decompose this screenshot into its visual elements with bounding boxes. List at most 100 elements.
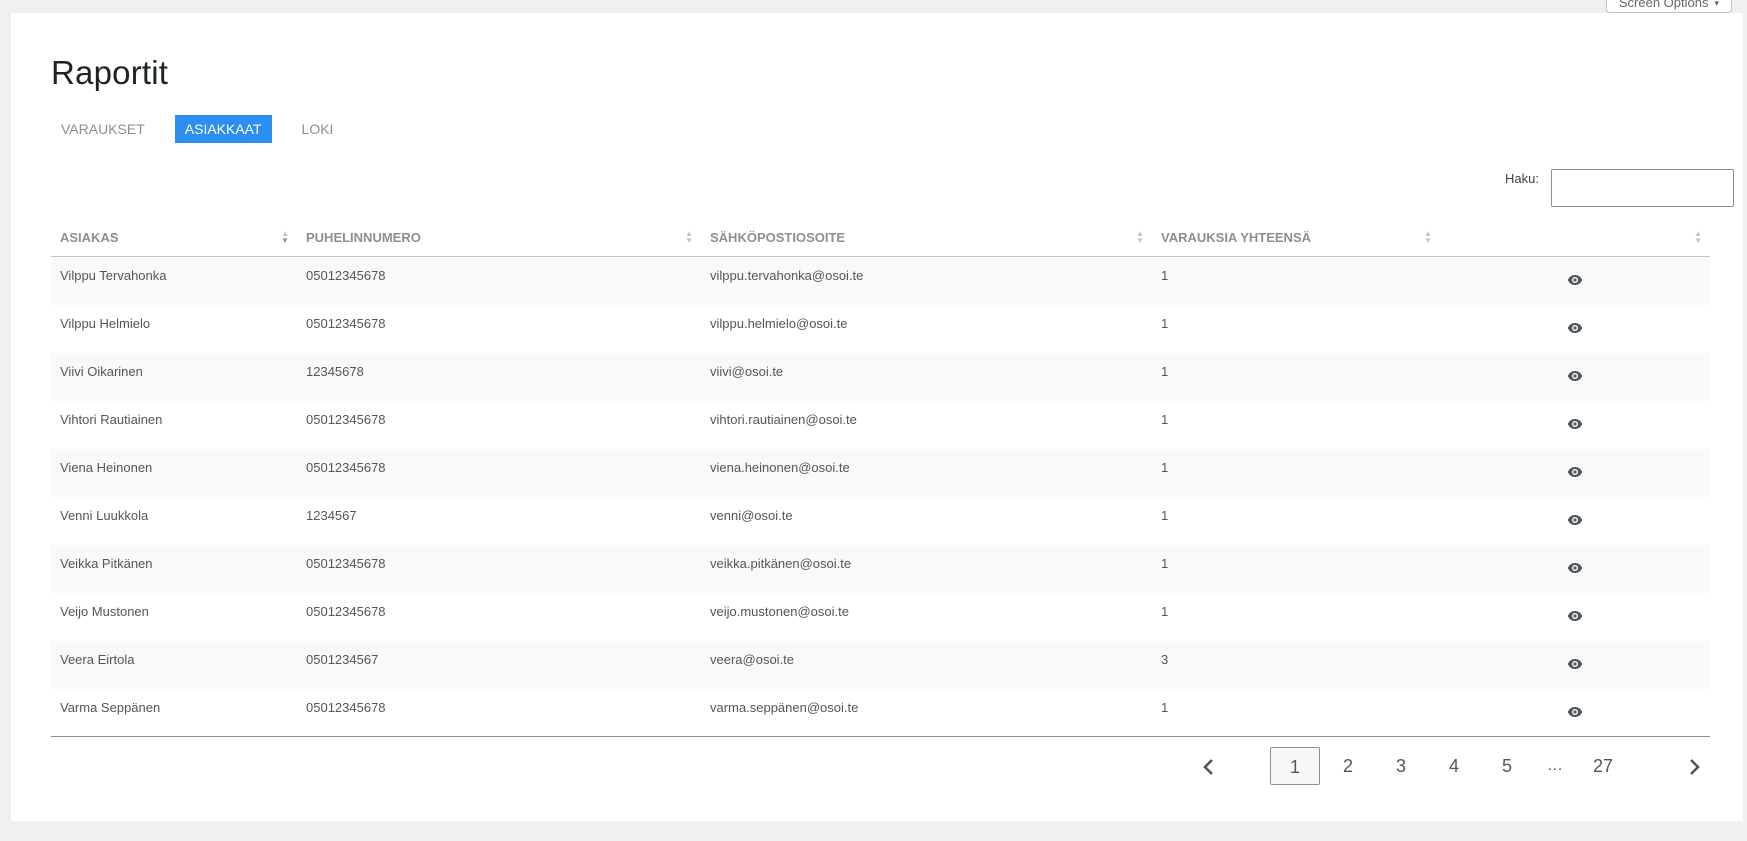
row-actions-cell [1440, 256, 1710, 305]
column-header-label: ASIAKAS [60, 229, 119, 245]
email-cell: veijo.mustonen@osoi.te [710, 603, 849, 619]
column-header-asiakas[interactable]: ASIAKAS ▲ ▼ [51, 218, 297, 257]
row-actions-cell [1440, 448, 1710, 497]
page-button-4[interactable]: 4 [1429, 747, 1479, 785]
table-header-row: ASIAKAS ▲ ▼ PUHELINNUMERO ▲ ▼ SÄHKÖPOSTIOSOI… [51, 218, 1710, 257]
report-tabs: VARAUKSET ASIAKKAAT LOKI [51, 115, 363, 143]
customer-name-cell: Vilppu Helmielo [60, 315, 151, 331]
row-actions-cell [1440, 352, 1710, 401]
table-row: Veikka Pitkänen 05012345678 veikka.pitkäne… [51, 544, 1710, 593]
phone-cell: 0501234567 [297, 640, 701, 689]
sort-icon: ▲ ▼ [1424, 229, 1432, 245]
next-page-button[interactable] [1670, 747, 1720, 785]
chevron-down-icon: ▾ [1714, 0, 1719, 8]
sort-icon: ▲ ▼ [1136, 229, 1144, 245]
phone-cell: 05012345678 [306, 603, 386, 619]
customer-name-cell: Veikka Pitkänen [51, 544, 297, 593]
column-header-actions[interactable]: ▲ ▼ [1440, 218, 1710, 257]
phone-cell: 1234567 [306, 507, 357, 523]
eye-icon[interactable] [1567, 562, 1583, 574]
customers-table: ASIAKAS ▲ ▼ PUHELINNUMERO ▲ ▼ SÄHKÖPOSTIOSOI… [51, 218, 1710, 737]
pagination: 1 2 3 4 5 … 27 [1180, 747, 1720, 785]
row-actions-cell [1440, 544, 1710, 593]
page-button-1[interactable]: 1 [1270, 747, 1320, 785]
page-button-5[interactable]: 5 [1482, 747, 1532, 785]
email-cell: viena.heinonen@osoi.te [701, 448, 1152, 497]
phone-cell: 05012345678 [306, 315, 386, 331]
reservations-total-cell: 1 [1161, 507, 1169, 523]
table-row: Veijo Mustonen 05012345678 veijo.mustonen@… [51, 593, 1710, 641]
search-label: Haku: [1505, 171, 1539, 186]
customer-name-cell: Venni Luukkola [60, 507, 149, 523]
reservations-total-cell: 1 [1152, 688, 1440, 737]
sort-icon: ▲ ▼ [685, 229, 693, 245]
eye-icon[interactable] [1567, 514, 1583, 526]
row-actions-cell [1440, 593, 1710, 641]
eye-icon[interactable] [1567, 706, 1583, 718]
prev-page-button[interactable] [1183, 747, 1233, 785]
page-button-2[interactable]: 2 [1323, 747, 1373, 785]
report-panel: Raportit VARAUKSET ASIAKKAAT LOKI Haku: … [11, 13, 1743, 821]
table-row: Viena Heinonen 05012345678 viena.heinonen@… [51, 448, 1710, 497]
search-input[interactable] [1551, 169, 1734, 207]
screen-options-label: Screen Options [1618, 0, 1709, 10]
row-actions-cell [1440, 640, 1710, 689]
email-cell: veikka.pitkänen@osoi.te [701, 544, 1152, 593]
tab-asiakkaat[interactable]: ASIAKKAAT [174, 115, 272, 143]
row-actions-cell [1440, 401, 1710, 449]
reservations-total-cell: 1 [1152, 256, 1440, 305]
tab-loki[interactable]: LOKI [292, 115, 344, 143]
page-ellipsis: … [1547, 757, 1563, 774]
table-row: Vilppu Helmielo 05012345678 vilppu.helmiel… [51, 305, 1710, 353]
reservations-total-cell: 1 [1152, 448, 1440, 497]
reservations-total-cell: 3 [1152, 640, 1440, 689]
phone-cell: 05012345678 [297, 544, 701, 593]
eye-icon[interactable] [1567, 466, 1583, 478]
table-row: Vilppu Tervahonka 05012345678 vilppu.terva… [51, 256, 1710, 305]
column-header-label: SÄHKÖPOSTIOSOITE [710, 229, 846, 245]
column-header-sahkopostiosoite[interactable]: SÄHKÖPOSTIOSOITE ▲ ▼ [701, 218, 1152, 257]
page-title: Raportit [51, 54, 169, 91]
email-cell: venni@osoi.te [710, 507, 793, 523]
customer-name-cell: Vilppu Tervahonka [51, 256, 297, 305]
reservations-total-cell: 1 [1161, 411, 1169, 427]
eye-icon[interactable] [1567, 274, 1583, 286]
customer-name-cell: Veera Eirtola [51, 640, 297, 689]
page-button-last[interactable]: 27 [1578, 747, 1628, 785]
column-header-puhelinnumero[interactable]: PUHELINNUMERO ▲ ▼ [297, 218, 701, 257]
eye-icon[interactable] [1567, 658, 1583, 670]
eye-icon[interactable] [1567, 370, 1583, 382]
table-row: Veera Eirtola 0501234567 veera@osoi.te 3 [51, 640, 1710, 689]
table-row: Varma Seppänen 05012345678 varma.seppänen@… [51, 688, 1710, 737]
customer-name-cell: Varma Seppänen [51, 688, 297, 737]
email-cell: veera@osoi.te [701, 640, 1152, 689]
row-actions-cell [1440, 497, 1710, 545]
eye-icon[interactable] [1567, 322, 1583, 334]
customer-name-cell: Viena Heinonen [51, 448, 297, 497]
email-cell: vilppu.helmielo@osoi.te [710, 315, 848, 331]
page-button-3[interactable]: 3 [1376, 747, 1426, 785]
reservations-total-cell: 1 [1161, 603, 1169, 619]
row-actions-cell [1440, 305, 1710, 353]
customer-name-cell: Veijo Mustonen [60, 603, 149, 619]
phone-cell: 05012345678 [297, 448, 701, 497]
email-cell: varma.seppänen@osoi.te [701, 688, 1152, 737]
eye-icon[interactable] [1567, 418, 1583, 430]
reservations-total-cell: 1 [1161, 315, 1169, 331]
sort-icon: ▲ ▼ [281, 229, 289, 245]
eye-icon[interactable] [1567, 610, 1583, 622]
customer-name-cell: Vihtori Rautiainen [60, 411, 163, 427]
table-row: Vihtori Rautiainen 05012345678 vihtori.rau… [51, 401, 1710, 449]
screen-options-button[interactable]: Screen Options ▾ [1605, 0, 1732, 13]
column-header-varauksia-yhteensa[interactable]: VARAUKSIA YHTEENSÄ ▲ ▼ [1152, 218, 1440, 257]
phone-cell: 12345678 [297, 352, 701, 401]
reservations-total-cell: 1 [1152, 352, 1440, 401]
chevron-left-icon [1203, 759, 1213, 776]
tab-varaukset[interactable]: VARAUKSET [51, 115, 155, 143]
phone-cell: 05012345678 [306, 411, 386, 427]
reservations-total-cell: 1 [1152, 544, 1440, 593]
table-row: Viivi Oikarinen 12345678 viivi@osoi.te 1 [51, 352, 1710, 401]
row-actions-cell [1440, 688, 1710, 737]
phone-cell: 05012345678 [297, 256, 701, 305]
customer-name-cell: Viivi Oikarinen [51, 352, 297, 401]
